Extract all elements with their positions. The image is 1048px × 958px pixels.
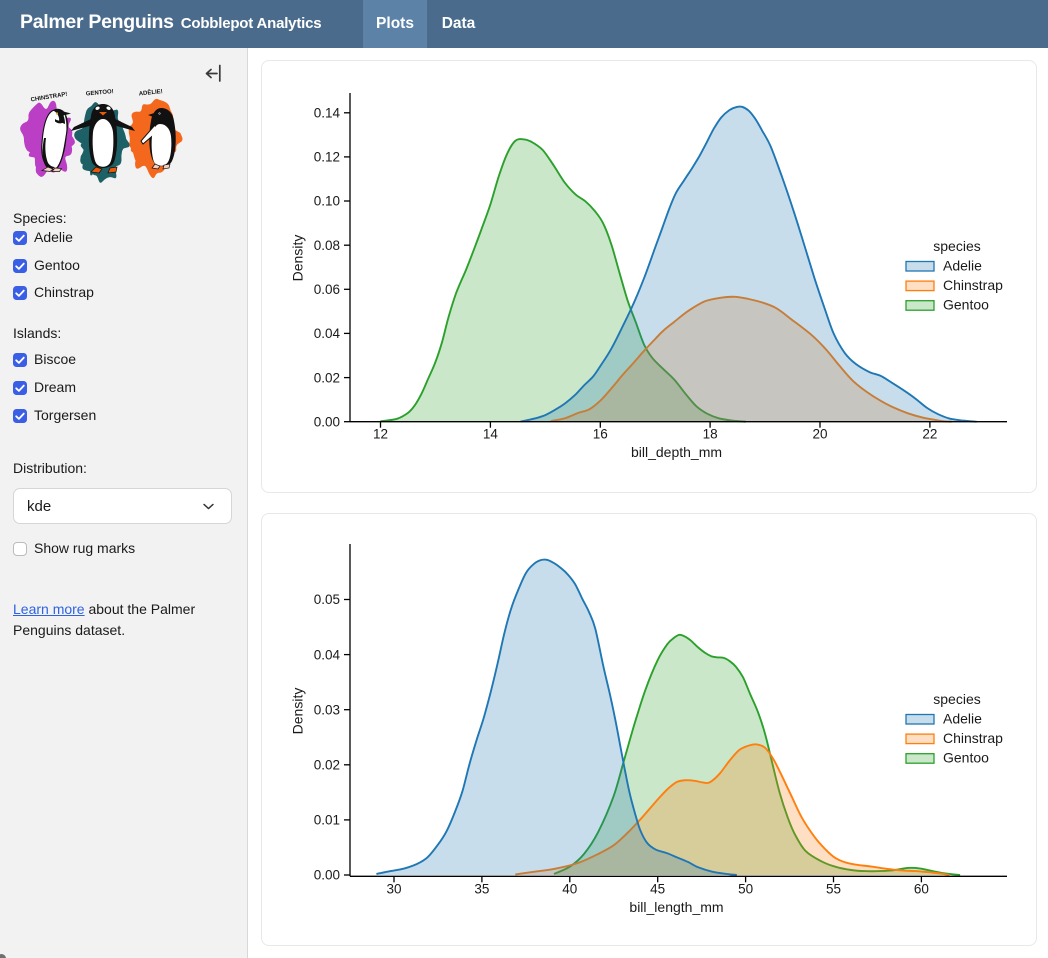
svg-text:Adelie: Adelie bbox=[943, 258, 982, 274]
svg-text:species: species bbox=[933, 691, 980, 707]
svg-text:0.00: 0.00 bbox=[314, 868, 340, 883]
svg-text:0.02: 0.02 bbox=[314, 758, 340, 773]
svg-text:55: 55 bbox=[826, 881, 841, 896]
svg-text:12: 12 bbox=[373, 427, 388, 442]
svg-text:30: 30 bbox=[386, 881, 401, 896]
svg-text:0.14: 0.14 bbox=[314, 106, 341, 121]
svg-text:Gentoo: Gentoo bbox=[943, 750, 989, 766]
svg-text:35: 35 bbox=[474, 881, 489, 896]
svg-text:Chinstrap: Chinstrap bbox=[943, 730, 1003, 746]
svg-text:0.01: 0.01 bbox=[314, 813, 340, 828]
svg-text:0.12: 0.12 bbox=[314, 150, 340, 165]
svg-text:40: 40 bbox=[562, 881, 577, 896]
svg-text:0.00: 0.00 bbox=[314, 414, 340, 429]
svg-text:50: 50 bbox=[738, 881, 753, 896]
svg-text:Density: Density bbox=[290, 688, 306, 735]
svg-text:GENTOO!: GENTOO! bbox=[86, 89, 114, 97]
svg-text:0.10: 0.10 bbox=[314, 194, 340, 209]
svg-text:60: 60 bbox=[914, 881, 929, 896]
svg-text:14: 14 bbox=[483, 427, 499, 442]
svg-text:0.04: 0.04 bbox=[314, 326, 341, 341]
svg-text:45: 45 bbox=[650, 881, 665, 896]
svg-text:Gentoo: Gentoo bbox=[943, 297, 989, 313]
svg-text:22: 22 bbox=[922, 427, 937, 442]
svg-text:0.03: 0.03 bbox=[314, 702, 340, 717]
svg-text:CHINSTRAP!: CHINSTRAP! bbox=[30, 92, 67, 104]
svg-text:0.02: 0.02 bbox=[314, 370, 340, 385]
svg-text:0.04: 0.04 bbox=[314, 647, 341, 662]
svg-text:bill_length_mm: bill_length_mm bbox=[629, 899, 723, 915]
svg-text:Chinstrap: Chinstrap bbox=[943, 277, 1003, 293]
svg-text:ADĒLIE!: ADĒLIE! bbox=[138, 88, 163, 97]
svg-text:0.08: 0.08 bbox=[314, 238, 340, 253]
svg-text:Density: Density bbox=[290, 235, 306, 282]
svg-text:0.06: 0.06 bbox=[314, 282, 340, 297]
svg-text:0.05: 0.05 bbox=[314, 592, 340, 607]
svg-text:16: 16 bbox=[593, 427, 608, 442]
svg-text:18: 18 bbox=[703, 427, 718, 442]
svg-text:species: species bbox=[933, 238, 980, 254]
svg-text:bill_depth_mm: bill_depth_mm bbox=[631, 444, 722, 460]
svg-text:20: 20 bbox=[812, 427, 827, 442]
svg-text:Adelie: Adelie bbox=[943, 711, 982, 727]
